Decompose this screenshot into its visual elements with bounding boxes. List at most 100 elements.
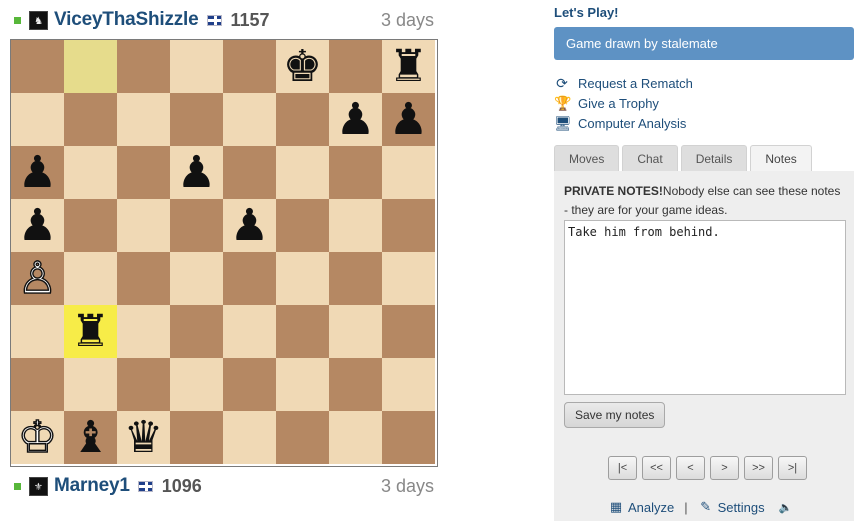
square-h4[interactable] bbox=[382, 252, 435, 305]
black-bishop[interactable]: ♝ bbox=[71, 415, 110, 460]
tab-notes[interactable]: Notes bbox=[750, 145, 812, 171]
square-c6[interactable] bbox=[117, 146, 170, 199]
fast-back-button[interactable]: << bbox=[642, 456, 671, 480]
square-f4[interactable] bbox=[276, 252, 329, 305]
square-h1[interactable] bbox=[382, 411, 435, 464]
square-d5[interactable] bbox=[170, 199, 223, 252]
square-a7[interactable] bbox=[11, 93, 64, 146]
tab-chat[interactable]: Chat bbox=[622, 145, 678, 171]
black-pawn[interactable]: ♟ bbox=[336, 97, 375, 142]
black-rook[interactable]: ♜ bbox=[389, 44, 428, 89]
computer-analysis-label[interactable]: Computer Analysis bbox=[578, 116, 686, 131]
square-f3[interactable] bbox=[276, 305, 329, 358]
square-e2[interactable] bbox=[223, 358, 276, 411]
square-b3[interactable]: ♜ bbox=[64, 305, 117, 358]
square-e7[interactable] bbox=[223, 93, 276, 146]
request-rematch-link[interactable]: ⟳ Request a Rematch bbox=[554, 73, 693, 93]
square-b6[interactable] bbox=[64, 146, 117, 199]
square-a1[interactable]: ♔ bbox=[11, 411, 64, 464]
square-a3[interactable] bbox=[11, 305, 64, 358]
square-b8[interactable] bbox=[64, 40, 117, 93]
square-e3[interactable] bbox=[223, 305, 276, 358]
square-b1[interactable]: ♝ bbox=[64, 411, 117, 464]
square-h2[interactable] bbox=[382, 358, 435, 411]
square-e1[interactable] bbox=[223, 411, 276, 464]
square-g1[interactable] bbox=[329, 411, 382, 464]
square-f8[interactable]: ♚ bbox=[276, 40, 329, 93]
avatar-icon[interactable]: ⚜ bbox=[29, 476, 48, 496]
prev-move-button[interactable]: < bbox=[676, 456, 705, 480]
square-e4[interactable] bbox=[223, 252, 276, 305]
square-f7[interactable] bbox=[276, 93, 329, 146]
square-h5[interactable] bbox=[382, 199, 435, 252]
square-f5[interactable] bbox=[276, 199, 329, 252]
notes-textarea[interactable]: Take him from behind. bbox=[564, 220, 846, 395]
next-move-button[interactable]: > bbox=[710, 456, 739, 480]
black-pawn[interactable]: ♟ bbox=[177, 150, 216, 195]
black-pawn[interactable]: ♟ bbox=[18, 203, 57, 248]
square-c4[interactable] bbox=[117, 252, 170, 305]
square-c7[interactable] bbox=[117, 93, 170, 146]
square-c2[interactable] bbox=[117, 358, 170, 411]
square-d8[interactable] bbox=[170, 40, 223, 93]
fast-forward-button[interactable]: >> bbox=[744, 456, 773, 480]
computer-analysis-link[interactable]: 🖥 Computer Analysis bbox=[554, 113, 693, 133]
lets-play-heading[interactable]: Let's Play! bbox=[554, 5, 619, 20]
give-trophy-link[interactable]: 🏆 Give a Trophy bbox=[554, 93, 693, 113]
square-g6[interactable] bbox=[329, 146, 382, 199]
square-g8[interactable] bbox=[329, 40, 382, 93]
white-pawn[interactable]: ♙ bbox=[17, 255, 58, 300]
square-a8[interactable] bbox=[11, 40, 64, 93]
settings-link[interactable]: Settings bbox=[718, 500, 765, 515]
square-a2[interactable] bbox=[11, 358, 64, 411]
square-d4[interactable] bbox=[170, 252, 223, 305]
square-c3[interactable] bbox=[117, 305, 170, 358]
tab-details[interactable]: Details bbox=[680, 145, 748, 171]
square-c1[interactable]: ♛ bbox=[117, 411, 170, 464]
black-pawn[interactable]: ♟ bbox=[389, 97, 428, 142]
square-g4[interactable] bbox=[329, 252, 382, 305]
square-b7[interactable] bbox=[64, 93, 117, 146]
square-c5[interactable] bbox=[117, 199, 170, 252]
speaker-icon[interactable]: 🔈 bbox=[779, 501, 793, 514]
square-h6[interactable] bbox=[382, 146, 435, 199]
black-pawn[interactable]: ♟ bbox=[18, 150, 57, 195]
black-rook[interactable]: ♜ bbox=[71, 309, 110, 354]
black-king[interactable]: ♚ bbox=[283, 44, 322, 89]
square-d3[interactable] bbox=[170, 305, 223, 358]
square-f2[interactable] bbox=[276, 358, 329, 411]
give-trophy-label[interactable]: Give a Trophy bbox=[578, 96, 659, 111]
square-a6[interactable]: ♟ bbox=[11, 146, 64, 199]
first-move-button[interactable]: |< bbox=[608, 456, 637, 480]
square-d2[interactable] bbox=[170, 358, 223, 411]
square-d1[interactable] bbox=[170, 411, 223, 464]
top-player-name[interactable]: ViceyThaShizzle bbox=[54, 9, 199, 31]
square-e5[interactable]: ♟ bbox=[223, 199, 276, 252]
tab-moves[interactable]: Moves bbox=[554, 145, 620, 171]
square-a5[interactable]: ♟ bbox=[11, 199, 64, 252]
square-d7[interactable] bbox=[170, 93, 223, 146]
square-g5[interactable] bbox=[329, 199, 382, 252]
square-g2[interactable] bbox=[329, 358, 382, 411]
square-b2[interactable] bbox=[64, 358, 117, 411]
chess-board[interactable]: ♚ ♜ ♟ ♟ ♟ ♟ ♟ ♟ ♙ ♜ ♔ ♝ ♛ bbox=[10, 39, 438, 467]
square-d6[interactable]: ♟ bbox=[170, 146, 223, 199]
square-e8[interactable] bbox=[223, 40, 276, 93]
square-b4[interactable] bbox=[64, 252, 117, 305]
square-e6[interactable] bbox=[223, 146, 276, 199]
save-notes-button[interactable]: Save my notes bbox=[564, 402, 666, 428]
last-move-button[interactable]: >| bbox=[778, 456, 807, 480]
avatar-icon[interactable]: ♞ bbox=[29, 10, 48, 30]
white-king[interactable]: ♔ bbox=[17, 414, 58, 459]
square-c8[interactable] bbox=[117, 40, 170, 93]
square-h8[interactable]: ♜ bbox=[382, 40, 435, 93]
analyze-link[interactable]: Analyze bbox=[628, 500, 674, 515]
square-f6[interactable] bbox=[276, 146, 329, 199]
square-g3[interactable] bbox=[329, 305, 382, 358]
request-rematch-label[interactable]: Request a Rematch bbox=[578, 76, 693, 91]
square-g7[interactable]: ♟ bbox=[329, 93, 382, 146]
bottom-player-name[interactable]: Marney1 bbox=[54, 475, 130, 497]
square-f1[interactable] bbox=[276, 411, 329, 464]
square-h7[interactable]: ♟ bbox=[382, 93, 435, 146]
black-queen[interactable]: ♛ bbox=[124, 415, 163, 460]
